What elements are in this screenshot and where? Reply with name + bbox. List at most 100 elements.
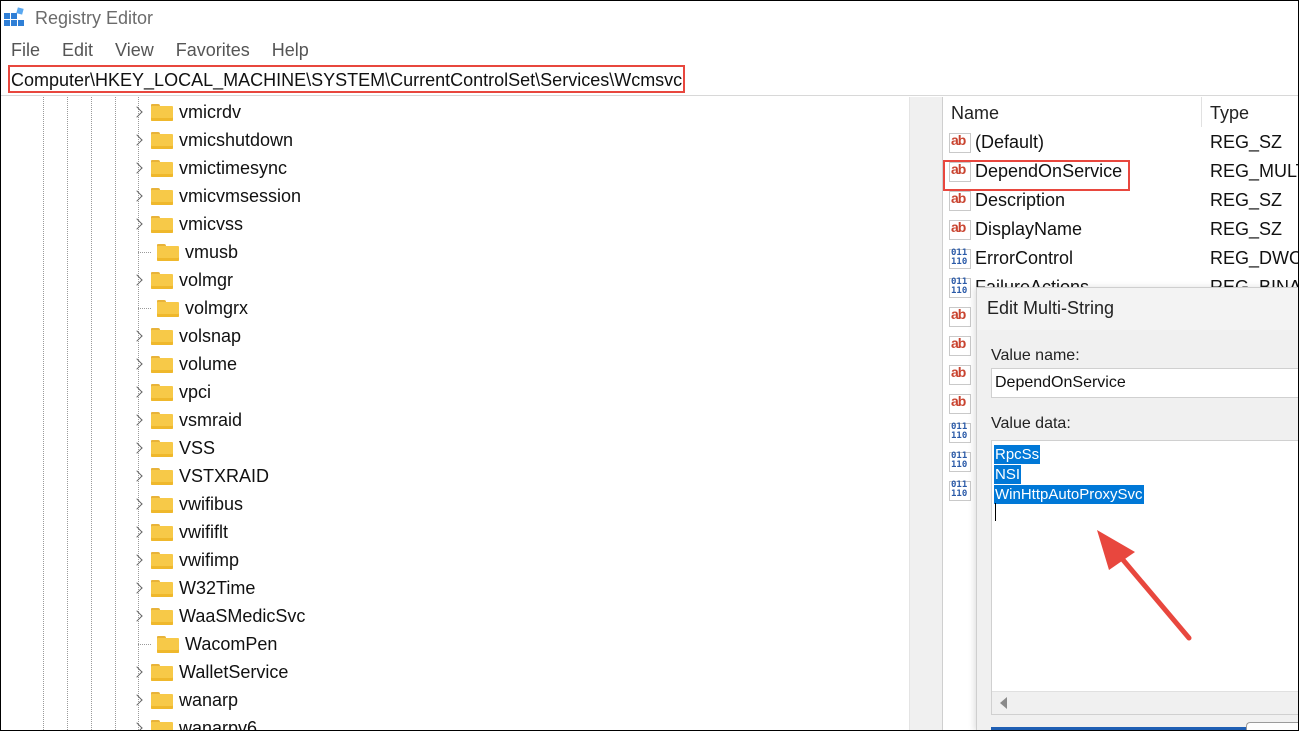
- value-data-textarea[interactable]: RpcSs NSI WinHttpAutoProxySvc: [991, 440, 1298, 715]
- tree-item-label: volmgr: [179, 269, 234, 290]
- chevron-right-icon[interactable]: [131, 161, 145, 175]
- dialog-title-bar[interactable]: Edit Multi-String: [977, 288, 1298, 330]
- address-bar-row: Computer\HKEY_LOCAL_MACHINE\SYSTEM\Curre…: [1, 65, 1298, 96]
- ok-button[interactable]: [1246, 722, 1298, 730]
- folder-icon: [151, 579, 173, 597]
- tree-item-label: vmusb: [185, 241, 239, 262]
- chevron-right-icon[interactable]: [131, 581, 145, 595]
- tree-item[interactable]: vwifimp: [131, 546, 239, 574]
- menu-bar: File Edit View Favorites Help: [1, 37, 320, 63]
- title-bar: Registry Editor: [1, 1, 1298, 35]
- dialog-title: Edit Multi-String: [987, 298, 1115, 318]
- chevron-right-icon[interactable]: [131, 441, 145, 455]
- tree-item[interactable]: wanarp: [131, 686, 238, 714]
- chevron-right-icon[interactable]: [131, 273, 145, 287]
- tree-item[interactable]: vmusb: [131, 238, 238, 266]
- tree-item[interactable]: vwififlt: [131, 518, 228, 546]
- value-row[interactable]: ab (Default) REG_SZ: [943, 129, 1298, 158]
- folder-icon: [151, 271, 173, 289]
- folder-icon: [151, 439, 173, 457]
- registry-editor-icon: [4, 7, 24, 26]
- string-value-icon: ab: [949, 132, 971, 153]
- tree-item[interactable]: volsnap: [131, 322, 241, 350]
- value-name-label: Value name:: [991, 347, 1080, 364]
- tree-item-label: vwifimp: [179, 549, 240, 570]
- value-name: DisplayName: [975, 219, 1083, 239]
- menu-help[interactable]: Help: [261, 37, 320, 63]
- chevron-right-icon[interactable]: [131, 525, 145, 539]
- value-type: REG_SZ: [1210, 190, 1283, 210]
- folder-icon: [151, 719, 173, 730]
- folder-icon: [151, 159, 173, 177]
- tree-item[interactable]: vmictimesync: [131, 154, 287, 182]
- tree-guide-line: [67, 97, 68, 730]
- tree-item[interactable]: vmicshutdown: [131, 126, 293, 154]
- tree-item-label: vmicshutdown: [179, 129, 294, 150]
- tree-item[interactable]: WacomPen: [131, 630, 277, 658]
- tree-item[interactable]: WaaSMedicSvc: [131, 602, 305, 630]
- tree-item[interactable]: vpci: [131, 378, 211, 406]
- tree-item-label: vwififlt: [179, 521, 228, 542]
- folder-icon: [151, 467, 173, 485]
- chevron-right-icon[interactable]: [131, 721, 145, 730]
- value-type: REG_DWOR: [1210, 248, 1298, 268]
- tree-item[interactable]: WalletService: [131, 658, 288, 686]
- tree-item[interactable]: volume: [131, 350, 237, 378]
- tree-item[interactable]: vmicvmsession: [131, 182, 301, 210]
- chevron-right-icon[interactable]: [131, 693, 145, 707]
- column-divider[interactable]: [1201, 97, 1202, 127]
- scroll-left-arrow-icon[interactable]: [1000, 697, 1007, 709]
- chevron-right-icon[interactable]: [131, 329, 145, 343]
- menu-view[interactable]: View: [104, 37, 165, 63]
- menu-favorites[interactable]: Favorites: [165, 37, 261, 63]
- chevron-right-icon[interactable]: [131, 665, 145, 679]
- column-header-type[interactable]: Type: [1210, 103, 1249, 124]
- chevron-right-icon[interactable]: [131, 385, 145, 399]
- tree-item[interactable]: VSS: [131, 434, 215, 462]
- tree-item-label: WalletService: [179, 661, 289, 682]
- tree-item[interactable]: vmicrdv: [131, 98, 241, 126]
- value-row[interactable]: ab DisplayName REG_SZ: [943, 216, 1298, 245]
- tree-item-label: wanarp: [179, 689, 239, 710]
- tree-item[interactable]: vmicvss: [131, 210, 243, 238]
- chevron-right-icon[interactable]: [131, 217, 145, 231]
- folder-icon: [151, 551, 173, 569]
- chevron-right-icon[interactable]: [131, 357, 145, 371]
- folder-icon: [157, 299, 179, 317]
- key-tree-pane[interactable]: vmicrdv vmicshutdown vmictimesync vmicvmses…: [1, 97, 909, 730]
- tree-item[interactable]: VSTXRAID: [131, 462, 269, 490]
- folder-icon: [151, 131, 173, 149]
- value-name-field[interactable]: DependOnService: [991, 368, 1298, 398]
- value-row[interactable]: ab Description REG_SZ: [943, 187, 1298, 216]
- value-row[interactable]: 011110ErrorControl REG_DWOR: [943, 245, 1298, 274]
- folder-icon: [157, 243, 179, 261]
- tree-item[interactable]: W32Time: [131, 574, 255, 602]
- value-data-line: RpcSs: [994, 445, 1041, 464]
- tree-scrollbar[interactable]: [909, 97, 942, 730]
- tree-item[interactable]: vwifibus: [131, 490, 243, 518]
- horizontal-scrollbar[interactable]: [992, 691, 1298, 714]
- menu-edit[interactable]: Edit: [51, 37, 104, 63]
- column-header-name[interactable]: Name: [951, 103, 999, 124]
- chevron-right-icon[interactable]: [131, 609, 145, 623]
- chevron-right-icon[interactable]: [131, 553, 145, 567]
- chevron-right-icon[interactable]: [131, 413, 145, 427]
- tree-item-label: vmictimesync: [179, 157, 288, 178]
- chevron-right-icon[interactable]: [131, 469, 145, 483]
- chevron-right-icon[interactable]: [131, 497, 145, 511]
- tree-item-label: WacomPen: [185, 633, 278, 654]
- tree-connector: [138, 251, 151, 253]
- window-title: Registry Editor: [35, 8, 154, 28]
- tree-item[interactable]: wanarpv6: [131, 714, 257, 730]
- tree-item[interactable]: vsmraid: [131, 406, 242, 434]
- chevron-right-icon[interactable]: [131, 105, 145, 119]
- tree-item[interactable]: volmgr: [131, 266, 233, 294]
- chevron-right-icon[interactable]: [131, 133, 145, 147]
- chevron-right-icon[interactable]: [131, 189, 145, 203]
- folder-icon: [151, 523, 173, 541]
- menu-file[interactable]: File: [1, 37, 51, 63]
- folder-icon: [151, 411, 173, 429]
- address-bar[interactable]: Computer\HKEY_LOCAL_MACHINE\SYSTEM\Curre…: [8, 65, 685, 93]
- value-type: REG_SZ: [1210, 132, 1283, 152]
- tree-item[interactable]: volmgrx: [131, 294, 248, 322]
